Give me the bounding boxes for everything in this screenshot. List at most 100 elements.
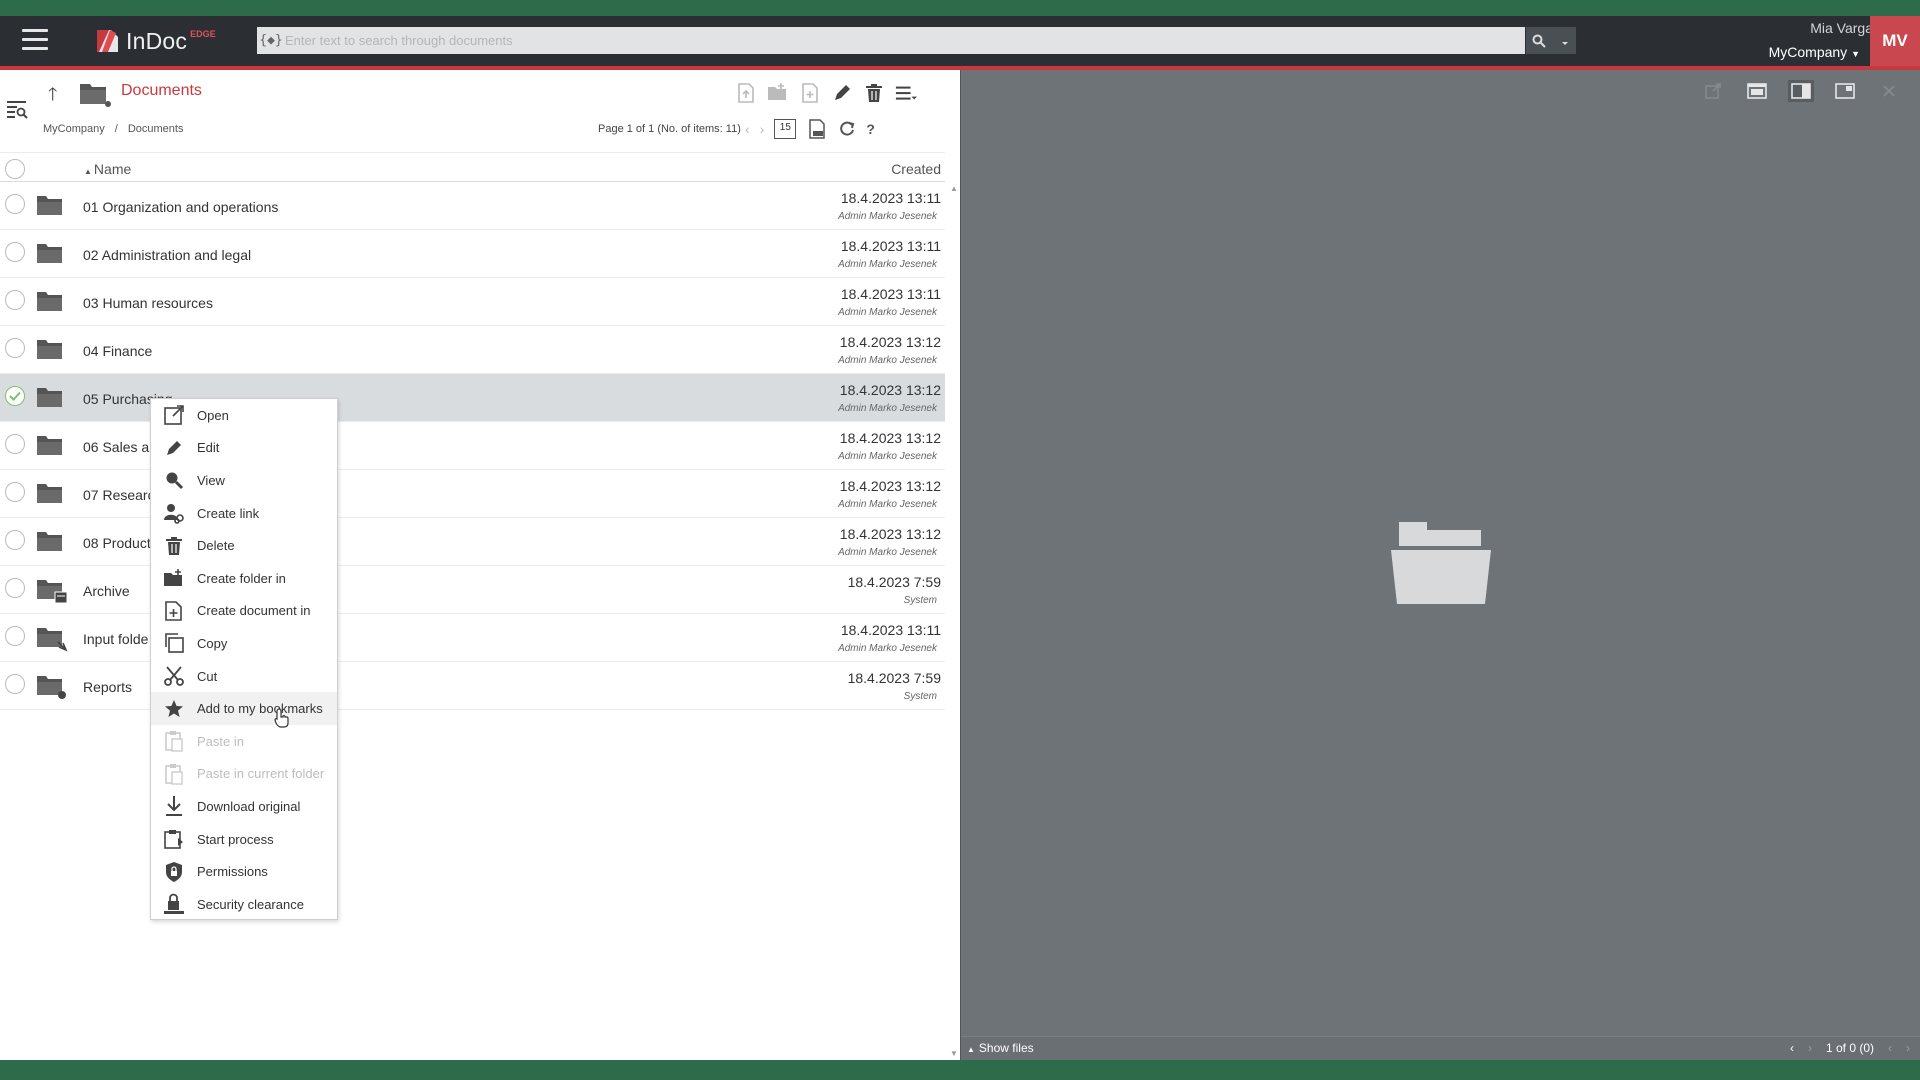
- context-menu-item-delete[interactable]: Delete: [151, 529, 337, 562]
- open-in-new-window-button[interactable]: [1700, 80, 1726, 102]
- show-files-toggle[interactable]: ▲ Show files: [967, 1041, 1034, 1055]
- row-checkbox[interactable]: [5, 482, 25, 502]
- row-name[interactable]: Input folde: [83, 631, 148, 647]
- context-menu-item-start-process[interactable]: Start process: [151, 823, 337, 856]
- context-menu-item-add-to-my-bookmarks[interactable]: Add to my bookmarks: [151, 692, 337, 725]
- table-row[interactable]: 02 Administration and legal 18.4.2023 13…: [0, 230, 945, 278]
- user-name[interactable]: Mia Vargas: [1760, 20, 1880, 36]
- row-name[interactable]: 03 Human resources: [83, 295, 213, 311]
- up-folder-arrow-icon[interactable]: 🡑: [48, 82, 57, 112]
- create-folder-icon: [162, 566, 186, 590]
- context-menu-label: Create document in: [197, 603, 311, 619]
- table-row[interactable]: Reports 18.4.2023 7:59 System: [0, 662, 945, 710]
- context-menu-item-create-link[interactable]: Create link: [151, 497, 337, 530]
- row-name[interactable]: 06 Sales ar: [83, 439, 154, 455]
- row-checkbox[interactable]: [5, 242, 25, 262]
- context-menu-item-create-folder-in[interactable]: Create folder in: [151, 562, 337, 595]
- open-external-icon: [162, 403, 186, 427]
- doc-off-icon[interactable]: [806, 118, 828, 140]
- company-name: MyCompany: [1768, 44, 1848, 60]
- table-row[interactable]: Input folde 18.4.2023 13:11 Admin Marko …: [0, 614, 945, 662]
- row-checkbox[interactable]: [5, 338, 25, 358]
- context-menu-item-permissions[interactable]: Permissions: [151, 855, 337, 888]
- new-document-button[interactable]: [799, 82, 821, 104]
- row-checkbox[interactable]: [5, 530, 25, 550]
- table-row[interactable]: 01 Organization and operations 18.4.2023…: [0, 182, 945, 230]
- row-checkbox[interactable]: [5, 626, 25, 646]
- select-all-checkbox[interactable]: [5, 159, 25, 179]
- more-actions-button[interactable]: [895, 82, 917, 104]
- row-name[interactable]: 07 Researc: [83, 487, 155, 503]
- folder-icon: [37, 340, 62, 359]
- upload-file-button[interactable]: [735, 82, 757, 104]
- scroll-down-icon[interactable]: ▼: [950, 1049, 958, 1058]
- breadcrumb-item-documents[interactable]: Documents: [128, 123, 184, 135]
- layout-full-button[interactable]: [1744, 80, 1770, 102]
- context-menu-item-cut[interactable]: Cut: [151, 660, 337, 693]
- scroll-up-icon[interactable]: ▲: [950, 184, 958, 193]
- table-row[interactable]: Archive 18.4.2023 7:59 System: [0, 566, 945, 614]
- context-menu-item-edit[interactable]: Edit: [151, 432, 337, 465]
- row-checkbox[interactable]: [5, 194, 25, 214]
- row-checkbox[interactable]: [5, 674, 25, 694]
- help-icon[interactable]: ?: [866, 121, 875, 137]
- context-menu-item-security-clearance[interactable]: Security clearance: [151, 888, 337, 921]
- row-name[interactable]: Reports: [83, 679, 132, 695]
- breadcrumb-item-mycompany[interactable]: MyCompany: [43, 123, 105, 135]
- chevron-left-icon[interactable]: ‹: [745, 121, 750, 137]
- table-row[interactable]: 08 Product 18.4.2023 13:12 Admin Marko J…: [0, 518, 945, 566]
- chevron-left-icon[interactable]: ‹: [1790, 1041, 1794, 1055]
- hamburger-menu-icon[interactable]: [22, 29, 48, 51]
- chevron-right-icon[interactable]: ›: [1808, 1041, 1812, 1055]
- row-checkbox[interactable]: [5, 434, 25, 454]
- chevron-right-icon[interactable]: ›: [760, 121, 765, 137]
- context-menu-item-open[interactable]: Open: [151, 399, 337, 432]
- download-icon: [162, 794, 186, 818]
- search-list-icon[interactable]: [6, 98, 28, 120]
- row-name[interactable]: 01 Organization and operations: [83, 199, 278, 215]
- context-menu-item-view[interactable]: View: [151, 464, 337, 497]
- window-popout-icon: [1835, 83, 1855, 99]
- vertical-scrollbar[interactable]: ▲ ▼: [947, 182, 959, 1058]
- chevron-left-icon[interactable]: ‹: [1888, 1041, 1892, 1055]
- edit-button[interactable]: [831, 82, 853, 104]
- context-menu-label: Cut: [197, 668, 218, 684]
- items-per-page-calendar-icon[interactable]: 15: [774, 119, 797, 139]
- row-checkbox-checked[interactable]: [5, 386, 25, 406]
- search-prefix-icon[interactable]: {◆}: [257, 33, 285, 48]
- context-menu-item-download-original[interactable]: Download original: [151, 790, 337, 823]
- preview-panel: ▲ Show files ‹ › 1 of 0 (0) ‹ ›: [961, 70, 1920, 1060]
- close-preview-button[interactable]: [1876, 80, 1902, 102]
- table-row[interactable]: 04 Finance 18.4.2023 13:12 Admin Marko J…: [0, 326, 945, 374]
- app-logo[interactable]: InDoc EDGE: [94, 25, 216, 57]
- context-menu-label: Delete: [197, 538, 235, 554]
- chevron-right-icon[interactable]: ›: [1906, 1041, 1910, 1055]
- table-row-selected[interactable]: 05 Purchasing 18.4.2023 13:12 Admin Mark…: [0, 374, 945, 422]
- table-row[interactable]: 06 Sales ar 18.4.2023 13:12 Admin Marko …: [0, 422, 945, 470]
- context-menu-label: Paste in: [197, 733, 244, 749]
- column-header-created[interactable]: Created: [891, 161, 941, 177]
- row-name[interactable]: Archive: [83, 583, 130, 599]
- row-checkbox[interactable]: [5, 578, 25, 598]
- pencil-icon: [835, 85, 850, 100]
- new-folder-button[interactable]: [767, 82, 789, 104]
- search-button[interactable]: [1526, 27, 1576, 54]
- row-name[interactable]: 08 Product: [83, 535, 151, 551]
- column-header-name[interactable]: ▲ Name: [84, 161, 131, 177]
- avatar[interactable]: MV: [1870, 16, 1920, 66]
- company-selector[interactable]: MyCompany ▼: [1740, 44, 1860, 60]
- context-menu-item-create-document-in[interactable]: Create document in: [151, 595, 337, 628]
- search-input[interactable]: [285, 27, 1525, 54]
- table-row[interactable]: 03 Human resources 18.4.2023 13:11 Admin…: [0, 278, 945, 326]
- context-menu-item-copy[interactable]: Copy: [151, 627, 337, 660]
- row-name[interactable]: 02 Administration and legal: [83, 247, 251, 263]
- refresh-icon[interactable]: [838, 120, 856, 138]
- row-name[interactable]: 04 Finance: [83, 343, 152, 359]
- row-checkbox[interactable]: [5, 290, 25, 310]
- lock-icon: [162, 892, 186, 916]
- table-row[interactable]: 07 Researc 18.4.2023 13:12 Admin Marko J…: [0, 470, 945, 518]
- row-date: 18.4.2023 13:11: [840, 622, 941, 638]
- layout-popout-button[interactable]: [1832, 80, 1858, 102]
- delete-button[interactable]: [863, 82, 885, 104]
- layout-split-button[interactable]: [1788, 80, 1814, 102]
